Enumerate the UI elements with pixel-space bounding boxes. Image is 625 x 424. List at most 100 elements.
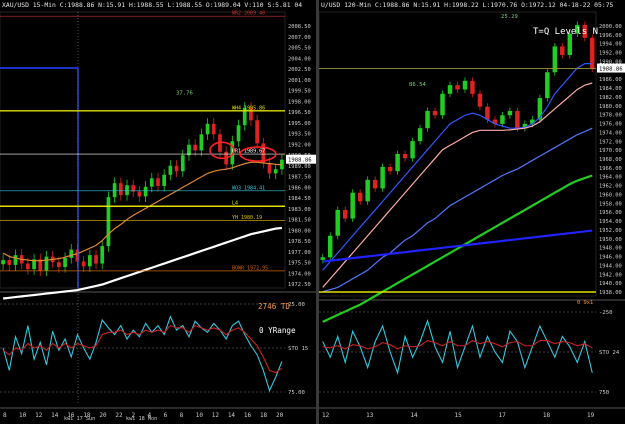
right-price-tick: 1984.00: [599, 86, 622, 92]
left-chart-svg[interactable]: 2008.50 2007.00 2005.50 2004.00 2002.50 2001.…: [0, 0, 316, 424]
left-level-label: WO3 1984.41: [232, 185, 265, 191]
right-osc-tick: 750: [599, 390, 609, 396]
left-osc-tick: STO 15: [288, 346, 308, 352]
left-candle-body: [118, 183, 123, 196]
left-x-tick: 16: [244, 412, 252, 419]
left-chart-pane: XAU/USD 15-Min C:1988.86 N:15.91 H:1988.…: [0, 0, 316, 424]
left-price-tick: 1995.00: [288, 121, 311, 127]
right-price-tick: 2000.00: [599, 24, 622, 30]
right-price-tick: 1978.00: [599, 113, 622, 119]
right-price-tick: 1962.00: [599, 184, 622, 190]
left-price-tick: 1972.50: [288, 282, 311, 288]
left-x-sublabel: kwi 18 Mon: [126, 416, 157, 422]
right-annotation-high: 25.29: [501, 14, 518, 20]
left-candle-body: [112, 183, 117, 198]
left-highlight-circle: [209, 141, 235, 160]
left-candle-body: [267, 162, 272, 174]
left-candle-body: [143, 186, 148, 197]
right-candle-body: [447, 85, 453, 94]
left-price-tick: 1983.00: [288, 207, 311, 213]
left-price-tick: 1999.50: [288, 89, 311, 95]
left-x-sublabel: kwi 17 Sun: [64, 416, 95, 422]
left-candle-body: [63, 257, 67, 268]
left-price-tick: 1998.00: [288, 99, 311, 105]
left-x-tick: 20: [276, 412, 284, 419]
left-candle-body: [211, 123, 216, 135]
left-candle-body: [44, 256, 49, 271]
left-osc-tick: 75.00: [288, 390, 305, 396]
right-candle-body: [402, 154, 408, 159]
left-price-tick: 1975.50: [288, 261, 311, 267]
left-price-tick: 2004.00: [288, 56, 311, 62]
right-x-tick: 14: [410, 412, 418, 419]
right-price-tick: 1986.00: [599, 77, 622, 83]
left-osc-yrange-label: 0 YRange: [259, 326, 296, 335]
right-price-tick: 1940.00: [599, 281, 622, 287]
right-series-ma1: [322, 63, 593, 271]
left-annotation-high: 37.76: [176, 90, 193, 96]
left-candle-body: [137, 191, 142, 197]
right-price-tick: 1960.00: [599, 192, 622, 198]
right-price-tick: 1950.00: [599, 237, 622, 243]
right-x-tick: 13: [366, 412, 374, 419]
left-price-tick: 2002.50: [288, 67, 311, 73]
right-price-tick: 1976.00: [599, 122, 622, 128]
right-candle-body: [320, 257, 325, 260]
right-price-tick: 1944.00: [599, 263, 622, 269]
left-candle-body: [57, 262, 61, 268]
left-price-tick: 1981.50: [288, 218, 311, 224]
left-price-tick: 2001.00: [288, 78, 311, 84]
right-price-tick: 1968.00: [599, 157, 622, 163]
right-candle-body: [560, 46, 565, 56]
right-candle-body: [485, 106, 490, 120]
right-candle-body: [327, 235, 333, 258]
left-price-tick: 1984.50: [288, 196, 311, 202]
left-candle-body: [174, 165, 179, 172]
left-x-tick: 12: [35, 412, 43, 419]
left-candle-body: [125, 185, 129, 196]
left-osc-fast: [2, 315, 283, 393]
left-price-tick: 1986.00: [288, 185, 311, 191]
right-chart-pane: U/USD 120-Min C:1988.86 N:15.91 H:1998.2…: [319, 0, 625, 424]
right-candle-body: [455, 85, 460, 90]
right-x-tick: 19: [587, 412, 595, 419]
left-candle-body: [255, 120, 259, 144]
right-candle-body: [417, 128, 423, 142]
left-candle-body: [168, 165, 173, 175]
left-candle-body: [199, 134, 204, 151]
left-level-label: BOWR 1972.95: [232, 265, 268, 271]
right-price-tick: 1964.00: [599, 175, 622, 181]
right-candle-body: [500, 115, 505, 124]
right-candle-body: [432, 110, 438, 116]
left-osc-slow: [2, 324, 283, 374]
left-level-label: YH 1980.19: [232, 215, 262, 221]
right-chart-title: T=Q Levels N: [533, 27, 598, 37]
right-price-tick: 1948.00: [599, 246, 622, 252]
left-price-tick: 2008.50: [288, 24, 311, 30]
left-price-tick: 1992.00: [288, 142, 311, 148]
left-candle-body: [13, 255, 18, 265]
left-x-tick: 20: [99, 412, 107, 419]
left-candle-body: [69, 249, 74, 258]
left-price-tick: 1987.50: [288, 175, 311, 181]
right-price-tick: 1942.00: [599, 272, 622, 278]
right-price-tick: 1980.00: [599, 104, 622, 110]
left-x-tick: 14: [51, 412, 59, 419]
left-candle-body: [7, 260, 12, 265]
right-price-tick: 1996.00: [599, 33, 622, 39]
left-candle-body: [81, 261, 86, 267]
left-price-tick: 1993.50: [288, 132, 311, 138]
right-candle-body: [440, 93, 445, 116]
right-candle-body: [342, 209, 348, 219]
left-candle-body: [87, 255, 92, 267]
right-candle-body: [387, 166, 393, 172]
right-chart-svg[interactable]: 2000.001996.001994.001992.001990.001988.…: [319, 0, 625, 424]
right-candle-body: [410, 141, 415, 159]
left-x-tick: 22: [115, 412, 123, 419]
left-price-tick: 1978.50: [288, 239, 311, 245]
right-candle-body: [335, 209, 340, 236]
right-price-tick: 1972.00: [599, 139, 622, 145]
right-price-tick: 1952.00: [599, 228, 622, 234]
right-x-tick: 18: [543, 412, 551, 419]
left-price-tick: 1996.50: [288, 110, 311, 116]
